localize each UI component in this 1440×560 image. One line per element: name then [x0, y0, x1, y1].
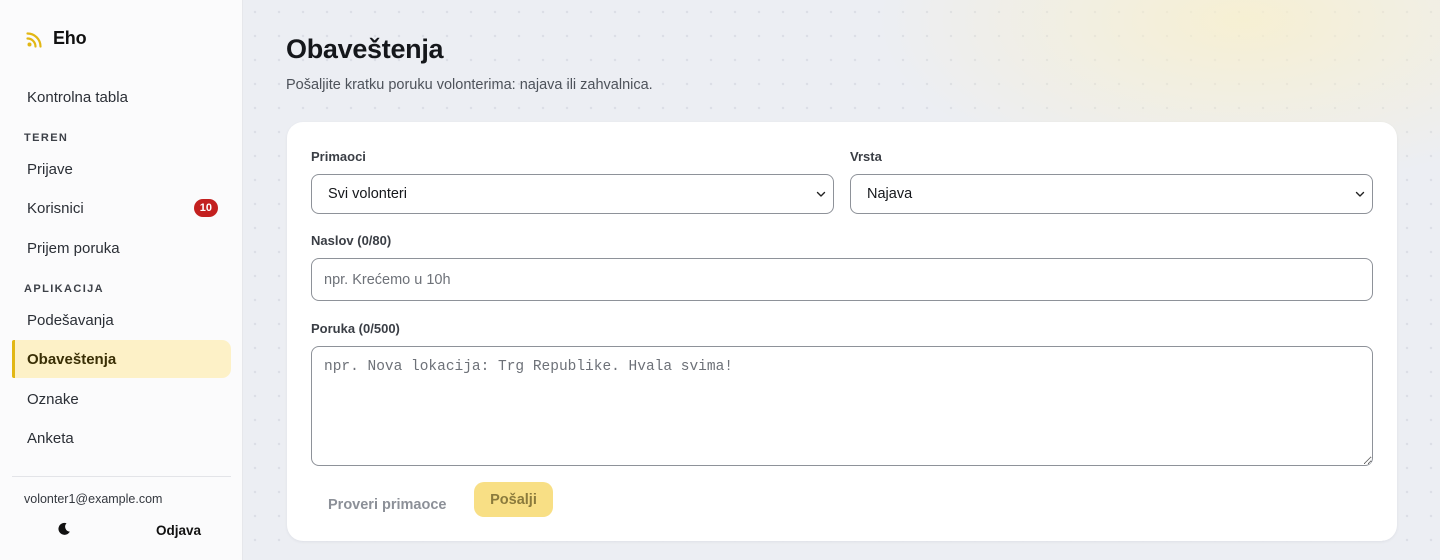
type-value: Najava [867, 186, 913, 202]
sidebar-item-notifications[interactable]: Obaveštenja [12, 340, 231, 378]
logout-button[interactable]: Odjava [156, 523, 201, 538]
type-select[interactable]: Najava [850, 174, 1373, 214]
sidebar-item-survey[interactable]: Anketa [12, 419, 231, 457]
sidebar-item-dashboard[interactable]: Kontrolna tabla [12, 78, 231, 116]
type-label: Vrsta [850, 149, 882, 164]
sidebar-item-tags[interactable]: Oznake [12, 380, 231, 418]
sidebar-item-settings[interactable]: Podešavanja [12, 301, 231, 339]
chevron-down-icon [816, 191, 826, 197]
rss-icon [26, 31, 42, 48]
sidebar: Eho Kontrolna tabla TEREN Prijave Korisn… [0, 0, 243, 560]
brand-name: Eho [53, 28, 87, 48]
recipients-value: Svi volonteri [328, 186, 407, 202]
chevron-down-icon [1355, 191, 1365, 197]
message-label: Poruka (0/500) [311, 321, 400, 336]
page-title: Obaveštenja [286, 34, 444, 64]
check-recipients-button[interactable]: Proveri primaoce [328, 490, 446, 520]
recipients-label: Primaoci [311, 149, 366, 164]
sidebar-divider [12, 476, 231, 477]
user-email: volonter1@example.com [24, 492, 163, 506]
message-textarea[interactable] [311, 346, 1373, 466]
sidebar-item-inbox[interactable]: Prijem poruka [12, 229, 231, 267]
recipients-select[interactable]: Svi volonteri [311, 174, 834, 214]
subject-input[interactable] [311, 258, 1373, 301]
moon-icon[interactable] [57, 522, 71, 536]
subject-label: Naslov (0/80) [311, 233, 392, 248]
users-count-badge: 10 [193, 199, 218, 217]
section-label-app: APLIKACIJA [24, 283, 105, 295]
section-label-field: TEREN [24, 132, 69, 144]
brand[interactable]: Eho [26, 28, 87, 49]
send-button[interactable]: Pošalji [474, 482, 553, 517]
notification-form: Primaoci Svi volonteri Vrsta Najava Nasl… [287, 122, 1397, 541]
main-content: Obaveštenja Pošaljite kratku poruku volo… [243, 0, 1440, 560]
sidebar-item-applications[interactable]: Prijave [12, 150, 231, 188]
page-subtitle: Pošaljite kratku poruku volonterima: naj… [286, 77, 653, 93]
